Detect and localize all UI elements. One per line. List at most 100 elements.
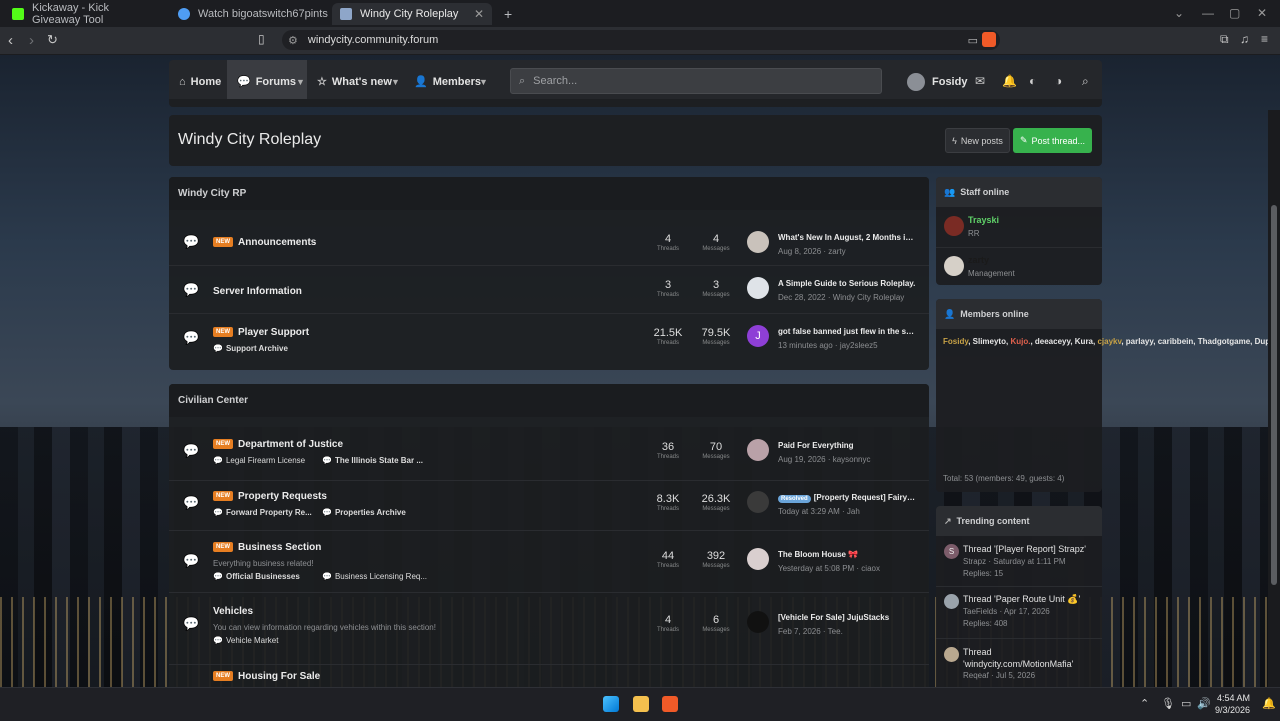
nav-members[interactable]: 👤 Members [414, 60, 481, 103]
whats-new-chevron-down-icon[interactable]: ▼ [391, 60, 400, 103]
chevron-up-icon[interactable]: ⌃ [1140, 697, 1149, 710]
forum-title[interactable]: NEWProperty Requests [213, 491, 327, 502]
new-tab-button[interactable]: + [496, 3, 516, 25]
online-member[interactable]: Fosidy [943, 337, 968, 346]
bell-icon[interactable]: 🔔 [1002, 74, 1017, 88]
forum-row[interactable]: 💬 Vehicles You can view information rega… [169, 592, 929, 652]
close-window-icon[interactable]: ✕ [1257, 6, 1267, 20]
reload-icon[interactable]: ↻ [47, 32, 58, 48]
avatar[interactable] [944, 594, 959, 609]
members-chevron-down-icon[interactable]: ▼ [479, 60, 488, 103]
avatar[interactable] [944, 256, 964, 276]
staff-name[interactable]: zarty [968, 255, 989, 265]
online-member[interactable]: parlayy [1126, 337, 1153, 346]
close-tab-icon[interactable]: ✕ [474, 7, 484, 21]
last-post-title[interactable]: [Vehicle For Sale] JujuStacks [778, 613, 916, 622]
forum-title[interactable]: NEWPlayer Support [213, 327, 309, 338]
avatar[interactable]: S [944, 544, 959, 559]
media-icon[interactable]: ♫ [1240, 32, 1249, 46]
forum-title[interactable]: NEWDepartment of Justice [213, 439, 343, 450]
online-member[interactable]: caribbein [1158, 337, 1194, 346]
avatar[interactable] [944, 216, 964, 236]
nav-home[interactable]: ⌂ Home [179, 60, 221, 103]
forum-row[interactable]: 💬 NEWProperty Requests 💬Forward Property… [169, 480, 929, 530]
subforum-link[interactable]: 💬Official Businesses [213, 572, 300, 581]
staff-member[interactable]: zarty Management [936, 247, 1102, 287]
last-post-title[interactable]: A Simple Guide to Serious Roleplay. [778, 279, 916, 288]
subforum-link[interactable]: 💬Forward Property Re... [213, 508, 312, 517]
new-posts-button[interactable]: ϟ New posts [945, 128, 1010, 153]
subforum-link[interactable]: 💬The Illinois State Bar ... [322, 456, 423, 465]
bookmark-icon[interactable]: ▯ [258, 32, 265, 46]
nav-forums[interactable]: 💬 Forums [227, 60, 307, 103]
forum-row[interactable]: 💬 NEWPlayer Support 💬Support Archive 21.… [169, 313, 929, 368]
brave-shields-icon[interactable] [982, 32, 996, 47]
avatar[interactable] [747, 231, 769, 253]
trending-item-title[interactable]: Thread 'windycity.com/MotionMafia' [963, 646, 1098, 670]
online-member[interactable]: cjaykv [1097, 337, 1121, 346]
avatar[interactable] [944, 647, 959, 662]
staff-name[interactable]: Trayski [968, 215, 999, 225]
staff-member[interactable]: Trayski RR [936, 207, 1102, 247]
tab-search-icon[interactable]: ⌄ [1174, 6, 1184, 20]
forums-chevron-down-icon[interactable]: ▼ [296, 60, 305, 103]
theme-icon[interactable]: ◑ [1055, 74, 1062, 88]
last-post-title[interactable]: Resolved[Property Request] Fairygo... [778, 493, 916, 503]
last-post-title[interactable]: The Bloom House 🎀 [778, 550, 916, 559]
subforum-link[interactable]: 💬Legal Firearm License [213, 456, 305, 465]
file-explorer-icon[interactable] [633, 696, 649, 712]
avatar[interactable] [747, 491, 769, 513]
inbox-icon[interactable]: ✉ [975, 74, 985, 88]
online-member[interactable]: Slimeyto [973, 337, 1006, 346]
toggle-icon[interactable]: ◐ [1029, 74, 1036, 88]
page-scrollbar[interactable] [1268, 110, 1280, 687]
online-member[interactable]: Kura [1075, 337, 1093, 346]
subforum-link[interactable]: 💬Support Archive [213, 344, 288, 353]
forum-title[interactable]: NEWBusiness Section [213, 542, 321, 553]
trending-item[interactable]: S Thread '[Player Report] Strapz' Strapz… [936, 536, 1102, 584]
maximize-icon[interactable]: ▢ [1229, 6, 1240, 20]
forum-row[interactable]: NEWHousing For Sale [169, 664, 929, 687]
last-post-title[interactable]: What's New In August, 2 Months int... [778, 233, 916, 242]
online-member[interactable]: Thadgotgame [1198, 337, 1250, 346]
tab-stream[interactable]: Watch bigoatswitch67pints | Stream [170, 3, 328, 25]
avatar[interactable] [747, 611, 769, 633]
forum-title[interactable]: NEWAnnouncements [213, 237, 316, 248]
avatar[interactable]: J [747, 325, 769, 347]
category-title[interactable]: Civilian Center [169, 384, 929, 417]
volume-icon[interactable]: 🔊 [1197, 697, 1211, 710]
back-icon[interactable]: ‹ [8, 32, 13, 49]
last-post-title[interactable]: Paid For Everything [778, 441, 916, 450]
last-post-title[interactable]: got false banned just flew in the ser... [778, 327, 916, 336]
system-clock[interactable]: 4:54 AM 9/3/2026 [1215, 692, 1250, 716]
minimize-icon[interactable]: — [1202, 6, 1214, 20]
windows-start-icon[interactable] [603, 696, 619, 712]
avatar[interactable] [747, 277, 769, 299]
extensions-icon[interactable]: ⧉ [1220, 32, 1229, 47]
address-bar[interactable]: ⚙ windycity.community.forum ▭ [282, 30, 1000, 50]
menu-icon[interactable]: ≡ [1261, 32, 1268, 46]
online-member[interactable]: deeaceyy [1035, 337, 1070, 346]
trending-item[interactable]: Thread 'windycity.com/MotionMafia' Reqea… [936, 638, 1102, 687]
trending-item[interactable]: Thread 'Paper Route Unit 💰' TaeFields · … [936, 586, 1102, 636]
search-input[interactable]: ⌕ Search... [510, 68, 882, 94]
nav-whats-new[interactable]: ☆ What's new [317, 60, 392, 103]
cast-icon[interactable]: ▭ [968, 34, 978, 47]
category-title[interactable]: Windy City RP [169, 177, 929, 210]
forum-row[interactable]: 💬 Server Information 3Threads 3Messages … [169, 265, 929, 313]
account-menu[interactable]: Fosidy [907, 60, 967, 103]
forum-title[interactable]: NEWHousing For Sale [213, 671, 320, 682]
subforum-link[interactable]: 💬Business Licensing Req... [322, 572, 427, 581]
post-thread-button[interactable]: ✎ Post thread... [1013, 128, 1092, 153]
microphone-icon[interactable]: 🎙 [1161, 697, 1175, 710]
forum-name[interactable]: Vehicles [213, 606, 253, 617]
avatar[interactable] [747, 548, 769, 570]
brave-browser-icon[interactable] [662, 696, 678, 712]
subforum-link[interactable]: 💬Properties Archive [322, 508, 406, 517]
search-icon[interactable]: ⌕ [1082, 74, 1089, 89]
tab-kickaway[interactable]: Kickaway - Kick Giveaway Tool [4, 3, 168, 25]
forum-row[interactable]: 💬 NEWBusiness Section Everything busines… [169, 530, 929, 590]
forward-icon[interactable]: › [29, 32, 34, 49]
subforum-link[interactable]: 💬Vehicle Market [213, 636, 278, 645]
forum-name[interactable]: Server Information [213, 286, 302, 297]
